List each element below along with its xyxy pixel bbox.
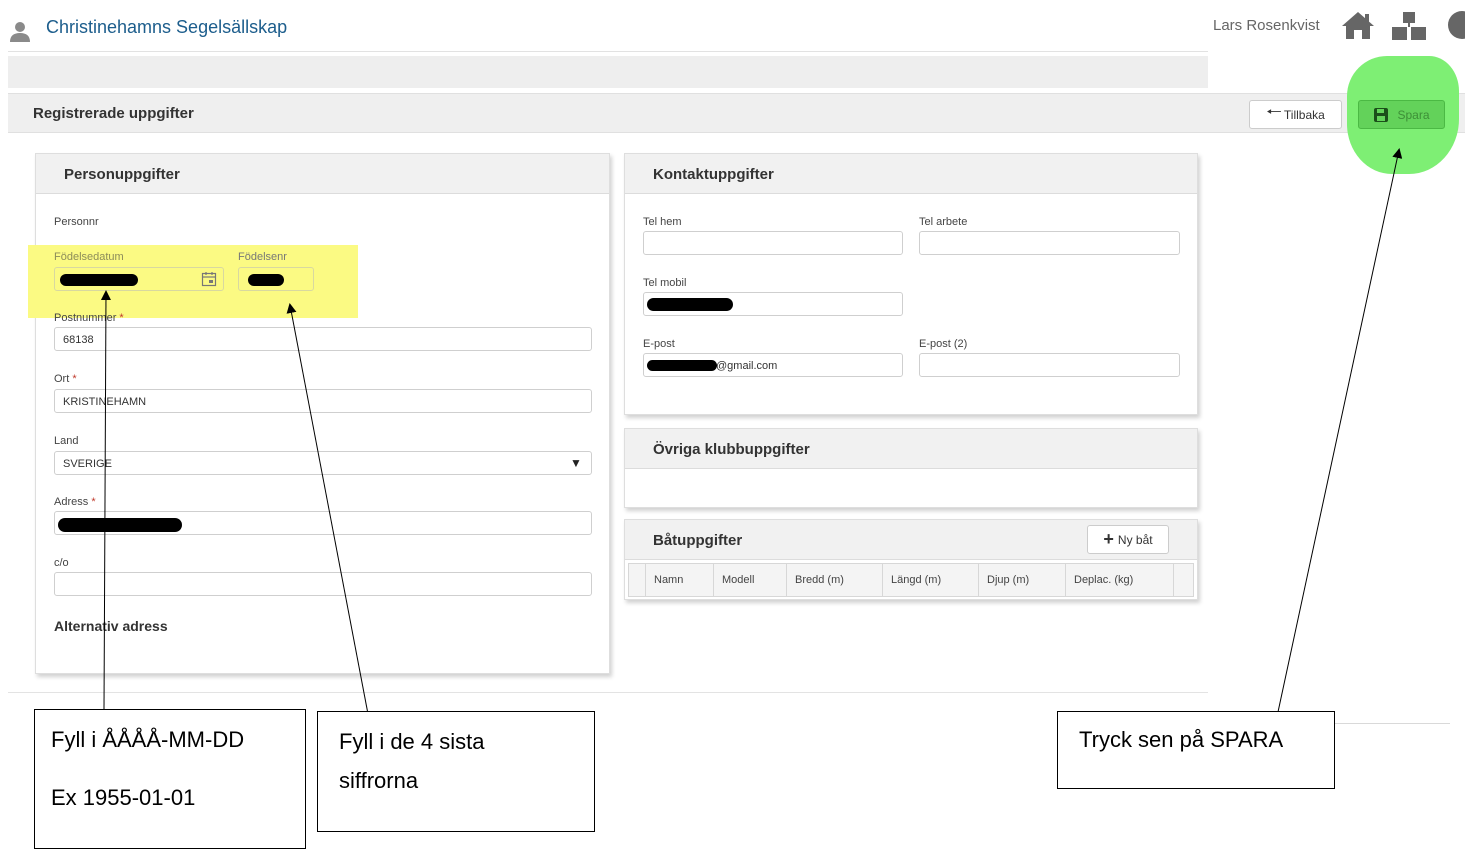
callout-text: Fyll i ÅÅÅÅ-MM-DD xyxy=(51,727,245,752)
header-divider xyxy=(8,51,1208,52)
column-header-length[interactable]: Längd (m) xyxy=(882,564,978,596)
menu-bar xyxy=(8,56,1208,88)
tel-mobile-label: Tel mobil xyxy=(643,277,687,289)
email2-label: E-post (2) xyxy=(919,338,968,350)
email2-input[interactable] xyxy=(919,353,1180,377)
city-label: Ort * xyxy=(54,373,77,385)
tel-home-input[interactable] xyxy=(643,231,903,255)
tel-work-label: Tel arbete xyxy=(919,216,968,228)
club-panel: Övriga klubbuppgifter xyxy=(624,428,1198,508)
country-label: Land xyxy=(54,435,79,447)
boat-table-header: Namn Modell Bredd (m) Längd (m) Djup (m)… xyxy=(628,563,1194,597)
tel-work-input[interactable] xyxy=(919,231,1180,255)
person-panel-title: Personuppgifter xyxy=(64,166,180,183)
back-button-label: Tillbaka xyxy=(1283,107,1325,122)
new-boat-label: Ny båt xyxy=(1117,532,1153,547)
organization-icon[interactable] xyxy=(1390,10,1428,42)
postcode-label: Postnummer * xyxy=(54,312,124,324)
city-input[interactable]: KRISTINEHAMN xyxy=(54,389,592,413)
new-boat-button[interactable]: + Ny båt xyxy=(1087,525,1169,554)
country-select[interactable]: SVERIGE xyxy=(54,451,592,475)
redaction-mark xyxy=(248,274,284,286)
personnr-label: Personnr xyxy=(54,216,99,228)
country-value: SVERIGE xyxy=(63,458,112,470)
column-header-depth[interactable]: Djup (m) xyxy=(978,564,1065,596)
floppy-disk-icon xyxy=(1374,107,1389,122)
email-label: E-post xyxy=(643,338,675,350)
save-button-label: Spara xyxy=(1397,107,1430,122)
back-button[interactable]: 🠐 Tillbaka xyxy=(1249,100,1342,129)
home-icon[interactable] xyxy=(1340,9,1376,41)
column-header-displacement[interactable]: Deplac. (kg) xyxy=(1065,564,1173,596)
callout-text: Fyll i de 4 sista xyxy=(339,729,485,754)
username[interactable]: Lars Rosenkvist xyxy=(1213,17,1320,34)
page-title: Registrerade uppgifter xyxy=(33,105,194,122)
caret-down-icon[interactable]: ▼ xyxy=(570,456,582,470)
co-label: c/o xyxy=(54,557,69,569)
title-bar xyxy=(8,93,1465,133)
column-header-model[interactable]: Modell xyxy=(713,564,786,596)
info-icon[interactable] xyxy=(1440,9,1465,41)
callout-text: Tryck sen på SPARA xyxy=(1079,727,1284,752)
column-header-spacer xyxy=(1173,564,1195,596)
column-header-name[interactable]: Namn xyxy=(645,564,713,596)
arrow-to-save xyxy=(1277,148,1403,713)
tel-home-label: Tel hem xyxy=(643,216,682,228)
callout-text: Ex 1955-01-01 xyxy=(51,785,196,810)
arrow-left-icon: 🠐 xyxy=(1266,101,1282,122)
column-header-width[interactable]: Bredd (m) xyxy=(786,564,882,596)
boat-panel-title: Båtuppgifter xyxy=(653,532,743,549)
plus-icon: + xyxy=(1103,529,1114,549)
birthnr-label: Födelsenr xyxy=(238,251,287,263)
date-callout: Fyll i ÅÅÅÅ-MM-DD Ex 1955-01-01 xyxy=(34,709,306,849)
user-icon xyxy=(10,22,30,42)
redaction-mark xyxy=(60,274,138,286)
redaction-mark xyxy=(58,518,182,532)
footer-divider xyxy=(1335,723,1450,724)
birthdate-label: Födelsedatum xyxy=(54,251,124,263)
save-callout: Tryck sen på SPARA xyxy=(1057,711,1335,789)
save-button[interactable]: Spara xyxy=(1358,100,1445,129)
calendar-icon[interactable] xyxy=(201,271,217,287)
alt-address-title: Alternativ adress xyxy=(54,618,168,634)
digits-callout: Fyll i de 4 sista siffrorna xyxy=(317,711,595,832)
callout-text: siffrorna xyxy=(339,768,419,793)
address-label: Adress * xyxy=(54,496,96,508)
footer-divider xyxy=(8,692,1208,693)
co-input[interactable] xyxy=(54,572,592,596)
contact-panel-title: Kontaktuppgifter xyxy=(653,166,774,183)
redaction-mark xyxy=(647,360,717,371)
app-title[interactable]: Christinehamns Segelsällskap xyxy=(46,17,287,38)
club-panel-title: Övriga klubbuppgifter xyxy=(653,441,810,458)
postcode-input[interactable]: 68138 xyxy=(54,327,592,351)
redaction-mark xyxy=(647,298,733,311)
